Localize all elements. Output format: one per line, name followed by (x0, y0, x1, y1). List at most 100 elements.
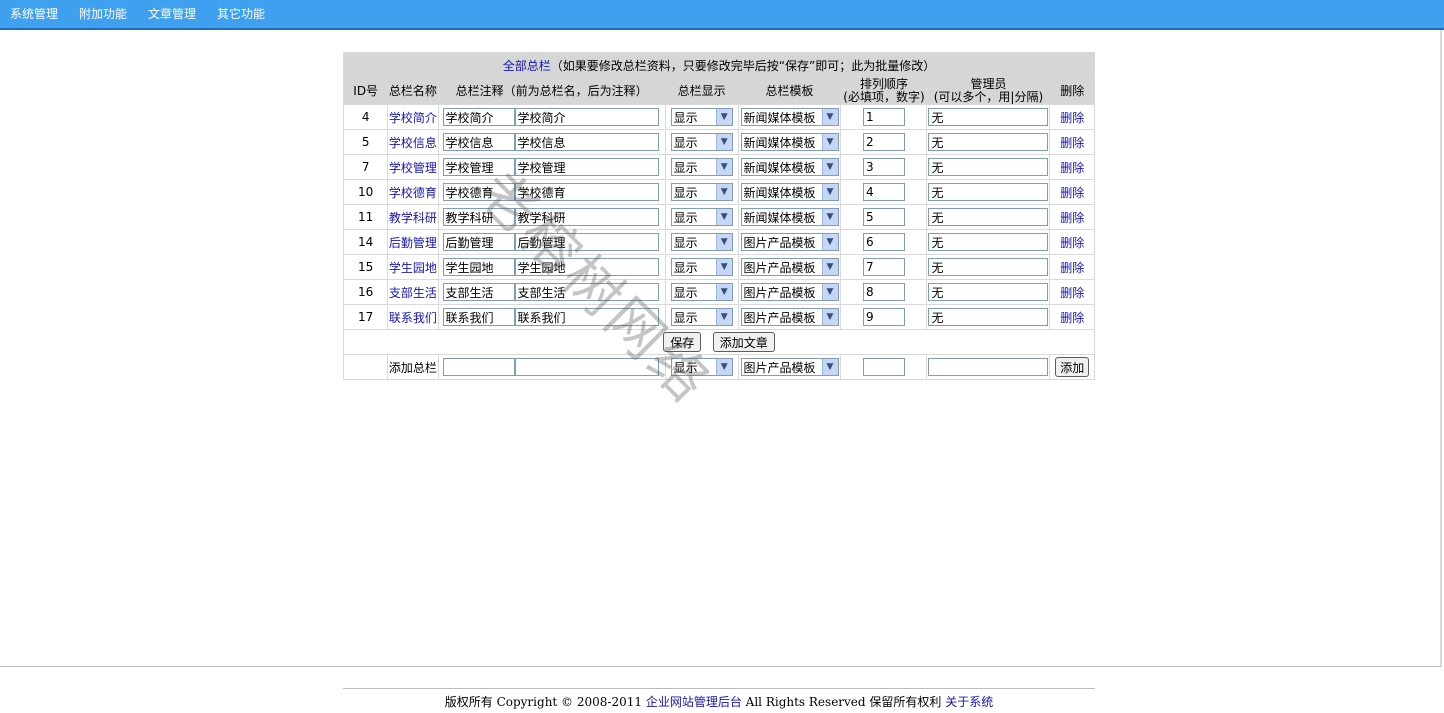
category-note-input[interactable] (514, 183, 659, 201)
order-input[interactable] (862, 108, 905, 126)
category-name-input[interactable] (442, 283, 515, 301)
delete-link[interactable]: 删除 (1060, 261, 1084, 275)
new-category-admin-input[interactable] (928, 358, 1049, 376)
admin-input[interactable] (928, 183, 1049, 201)
admin-input[interactable] (928, 308, 1049, 326)
footer-admin-link[interactable]: 企业网站管理后台 (646, 695, 742, 709)
order-input[interactable] (862, 208, 905, 226)
template-select[interactable]: 新闻媒体模板 ▼ (740, 133, 839, 151)
action-row: 保存 添加文章 (343, 329, 1095, 355)
template-select[interactable]: 新闻媒体模板 ▼ (740, 183, 839, 201)
category-note-input[interactable] (514, 258, 659, 276)
row-id: 4 (342, 104, 389, 130)
add-category-button[interactable]: 添加 (1055, 357, 1090, 377)
show-select[interactable]: 显示 ▼ (670, 158, 733, 176)
table-row: 14后勤管理 显示 ▼ 图片产品模板 ▼ 删除 (342, 229, 1095, 255)
delete-link[interactable]: 删除 (1060, 111, 1084, 125)
template-select[interactable]: 图片产品模板 ▼ (740, 308, 839, 326)
template-value: 新闻媒体模板 (743, 185, 816, 200)
admin-input[interactable] (928, 133, 1049, 151)
chevron-down-icon: ▼ (715, 184, 732, 200)
show-select[interactable]: 显示 ▼ (670, 283, 733, 301)
template-select[interactable]: 新闻媒体模板 ▼ (740, 108, 839, 126)
category-name-link[interactable]: 学校信息 (389, 136, 437, 150)
show-select[interactable]: 显示 ▼ (670, 183, 733, 201)
row-id: 5 (342, 129, 389, 155)
category-name-link[interactable]: 联系我们 (389, 311, 437, 325)
add-category-row: 添加总栏 显示 ▼ 图片产品模板 ▼ 添加 (342, 354, 1095, 380)
category-note-input[interactable] (514, 208, 659, 226)
template-select[interactable]: 图片产品模板 ▼ (740, 233, 839, 251)
category-name-input[interactable] (442, 258, 515, 276)
new-category-note-input[interactable] (514, 358, 659, 376)
category-note-input[interactable] (514, 133, 659, 151)
new-category-name-input[interactable] (442, 358, 515, 376)
new-category-show-select[interactable]: 显示 ▼ (670, 358, 733, 376)
template-select[interactable]: 图片产品模板 ▼ (740, 283, 839, 301)
show-select[interactable]: 显示 ▼ (670, 133, 733, 151)
save-button[interactable]: 保存 (663, 332, 702, 352)
menu-item-system[interactable]: 系统管理 (0, 0, 69, 28)
template-select[interactable]: 新闻媒体模板 ▼ (740, 208, 839, 226)
category-name-input[interactable] (442, 108, 515, 126)
category-name-input[interactable] (442, 233, 515, 251)
category-note-input[interactable] (514, 158, 659, 176)
category-name-input[interactable] (442, 158, 515, 176)
admin-input[interactable] (928, 158, 1049, 176)
order-input[interactable] (862, 308, 905, 326)
category-name-input[interactable] (442, 308, 515, 326)
category-note-input[interactable] (514, 308, 659, 326)
delete-link[interactable]: 删除 (1060, 286, 1084, 300)
admin-input[interactable] (928, 283, 1049, 301)
new-category-template-select[interactable]: 图片产品模板 ▼ (740, 358, 839, 376)
order-input[interactable] (862, 233, 905, 251)
template-value: 图片产品模板 (743, 285, 816, 300)
admin-input[interactable] (928, 233, 1049, 251)
menu-item-other[interactable]: 其它功能 (207, 0, 276, 28)
delete-link[interactable]: 删除 (1060, 236, 1084, 250)
category-name-link[interactable]: 支部生活 (389, 286, 437, 300)
admin-input[interactable] (928, 208, 1049, 226)
category-note-input[interactable] (514, 108, 659, 126)
order-input[interactable] (862, 258, 905, 276)
show-select[interactable]: 显示 ▼ (670, 308, 733, 326)
order-input[interactable] (862, 158, 905, 176)
show-value: 显示 (673, 135, 698, 150)
template-select[interactable]: 新闻媒体模板 ▼ (740, 158, 839, 176)
show-select[interactable]: 显示 ▼ (670, 233, 733, 251)
all-categories-link[interactable]: 全部总栏 (503, 59, 551, 73)
menu-item-addons[interactable]: 附加功能 (69, 0, 138, 28)
category-note-input[interactable] (514, 283, 659, 301)
delete-link[interactable]: 删除 (1060, 136, 1084, 150)
category-name-input[interactable] (442, 183, 515, 201)
show-select[interactable]: 显示 ▼ (670, 258, 733, 276)
order-input[interactable] (862, 283, 905, 301)
admin-input[interactable] (928, 258, 1049, 276)
show-select[interactable]: 显示 ▼ (670, 208, 733, 226)
show-value: 显示 (673, 110, 698, 125)
category-name-link[interactable]: 学校简介 (389, 111, 437, 125)
category-name-link[interactable]: 学生园地 (389, 261, 437, 275)
category-name-input[interactable] (442, 208, 515, 226)
show-value: 显示 (673, 285, 698, 300)
menu-item-articles[interactable]: 文章管理 (138, 0, 207, 28)
show-select[interactable]: 显示 ▼ (670, 108, 733, 126)
category-note-input[interactable] (514, 233, 659, 251)
category-name-link[interactable]: 学校德育 (389, 186, 437, 200)
order-input[interactable] (862, 133, 905, 151)
show-value: 显示 (673, 235, 698, 250)
delete-link[interactable]: 删除 (1060, 186, 1084, 200)
footer-about-link[interactable]: 关于系统 (945, 695, 993, 709)
template-select[interactable]: 图片产品模板 ▼ (740, 258, 839, 276)
category-name-link[interactable]: 教学科研 (389, 211, 437, 225)
delete-link[interactable]: 删除 (1060, 161, 1084, 175)
category-name-link[interactable]: 学校管理 (389, 161, 437, 175)
delete-link[interactable]: 删除 (1060, 211, 1084, 225)
delete-link[interactable]: 删除 (1060, 311, 1084, 325)
order-input[interactable] (862, 183, 905, 201)
admin-input[interactable] (928, 108, 1049, 126)
add-article-button[interactable]: 添加文章 (712, 332, 775, 352)
category-name-link[interactable]: 后勤管理 (389, 236, 437, 250)
new-category-order-input[interactable] (862, 358, 905, 376)
category-name-input[interactable] (442, 133, 515, 151)
